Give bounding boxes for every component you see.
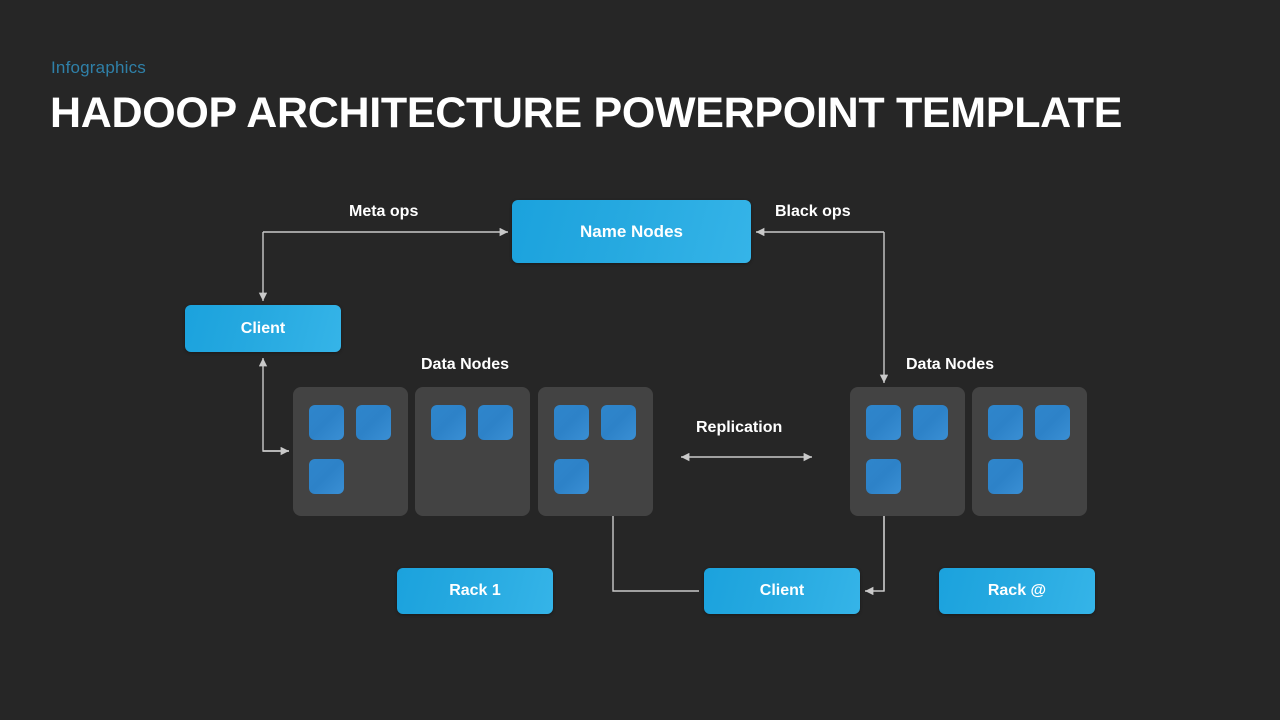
data-node-square[interactable] — [554, 405, 589, 440]
label-black-ops: Black ops — [775, 203, 851, 220]
data-node-rack[interactable] — [538, 387, 653, 516]
data-node-square[interactable] — [988, 405, 1023, 440]
data-node-square[interactable] — [913, 405, 948, 440]
data-node-square[interactable] — [478, 405, 513, 440]
label-meta-ops: Meta ops — [349, 203, 419, 220]
node-name-nodes-label: Name Nodes — [580, 221, 683, 241]
node-name-nodes[interactable]: Name Nodes — [512, 200, 751, 263]
slide-kicker: Infographics — [51, 58, 147, 77]
node-client-top-label: Client — [240, 319, 286, 337]
node-client-bottom[interactable]: Client — [704, 568, 860, 614]
page-title: HADOOP ARCHITECTURE POWERPOINT TEMPLATE — [50, 89, 1123, 137]
data-node-rack[interactable] — [850, 387, 965, 516]
data-node-square[interactable] — [356, 405, 391, 440]
node-client-top[interactable]: Client — [185, 305, 341, 352]
data-node-square[interactable] — [866, 459, 901, 494]
data-node-rack[interactable] — [293, 387, 408, 516]
node-rack-1[interactable]: Rack 1 — [397, 568, 553, 614]
node-rack-1-label: Rack 1 — [449, 582, 501, 599]
wire-datanodes-to-client-top — [258, 358, 289, 452]
data-node-square[interactable] — [601, 405, 636, 440]
data-node-rack[interactable] — [972, 387, 1087, 516]
node-rack-2-label: Rack @ — [987, 582, 1047, 599]
data-node-square[interactable] — [866, 405, 901, 440]
label-data-nodes-left: Data Nodes — [421, 356, 510, 373]
data-node-square[interactable] — [431, 405, 466, 440]
data-node-square[interactable] — [988, 459, 1023, 494]
label-replication: Replication — [696, 419, 783, 436]
slide-canvas: Infographics HADOOP ARCHITECTURE POWERPO… — [0, 0, 1280, 720]
data-node-square[interactable] — [309, 405, 344, 440]
node-client-bottom-label: Client — [759, 582, 805, 599]
node-rack-2[interactable]: Rack @ — [939, 568, 1095, 614]
label-data-nodes-right: Data Nodes — [906, 356, 995, 373]
data-node-rack[interactable] — [415, 387, 530, 516]
data-node-square[interactable] — [309, 459, 344, 494]
data-node-square[interactable] — [1035, 405, 1070, 440]
data-node-square[interactable] — [554, 459, 589, 494]
